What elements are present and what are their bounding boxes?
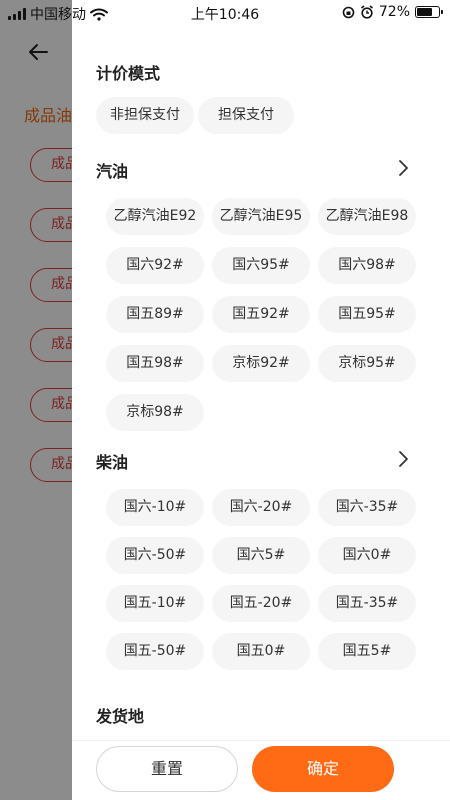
diesel-chip[interactable]: 国五5# bbox=[318, 633, 416, 670]
gasoline-chip[interactable]: 国五92# bbox=[212, 296, 310, 333]
drawer-footer: 重置 确定 bbox=[72, 740, 450, 800]
gasoline-chip[interactable]: 国六92# bbox=[106, 247, 204, 284]
gasoline-chip[interactable]: 国五95# bbox=[318, 296, 416, 333]
diesel-chip[interactable]: 国五-35# bbox=[318, 585, 416, 622]
diesel-chip[interactable]: 国五-10# bbox=[106, 585, 204, 622]
pricing-option-guaranteed[interactable]: 担保支付 bbox=[198, 97, 294, 134]
rotation-lock-icon bbox=[342, 6, 355, 18]
gasoline-chip[interactable]: 京标95# bbox=[318, 345, 416, 382]
gasoline-chip[interactable]: 国五89# bbox=[106, 296, 204, 333]
gasoline-chip[interactable]: 乙醇汽油E95 bbox=[212, 198, 310, 235]
battery-icon bbox=[415, 6, 443, 18]
gasoline-chip[interactable]: 国六95# bbox=[212, 247, 310, 284]
diesel-chip[interactable]: 国六-35# bbox=[318, 489, 416, 526]
alarm-icon bbox=[360, 5, 373, 19]
filter-drawer: 计价模式 非担保支付 担保支付 汽油 乙醇汽油E92 乙醇汽油E95 乙醇汽油E… bbox=[72, 0, 450, 800]
pricing-mode-title: 计价模式 bbox=[96, 64, 161, 83]
diesel-chip[interactable]: 国六-50# bbox=[106, 537, 204, 574]
confirm-button[interactable]: 确定 bbox=[252, 746, 394, 792]
gasoline-chip[interactable]: 京标92# bbox=[212, 345, 310, 382]
diesel-chip[interactable]: 国五0# bbox=[212, 633, 310, 670]
diesel-chip[interactable]: 国六0# bbox=[318, 537, 416, 574]
gasoline-chip[interactable]: 国五98# bbox=[106, 345, 204, 382]
status-bar: 中国移动 上午10:46 72% bbox=[0, 0, 450, 26]
gasoline-chip[interactable]: 乙醇汽油E92 bbox=[106, 198, 204, 235]
diesel-title: 柴油 bbox=[96, 453, 129, 472]
gasoline-title: 汽油 bbox=[96, 162, 129, 181]
origin-title: 发货地 bbox=[96, 707, 145, 726]
gasoline-chip[interactable]: 乙醇汽油E98 bbox=[318, 198, 416, 235]
diesel-chip[interactable]: 国五-20# bbox=[212, 585, 310, 622]
diesel-chevron-right-icon[interactable] bbox=[396, 450, 410, 468]
diesel-chip[interactable]: 国六5# bbox=[212, 537, 310, 574]
pricing-option-non-guaranteed[interactable]: 非担保支付 bbox=[96, 97, 194, 134]
gasoline-chip[interactable]: 国六98# bbox=[318, 247, 416, 284]
battery-percent: 72% bbox=[378, 4, 410, 20]
reset-button[interactable]: 重置 bbox=[96, 746, 238, 792]
footer-divider bbox=[72, 740, 450, 741]
diesel-chip[interactable]: 国五-50# bbox=[106, 633, 204, 670]
gasoline-chip[interactable]: 京标98# bbox=[106, 394, 204, 431]
gasoline-chevron-right-icon[interactable] bbox=[396, 159, 410, 177]
diesel-chip[interactable]: 国六-20# bbox=[212, 489, 310, 526]
diesel-chip[interactable]: 国六-10# bbox=[106, 489, 204, 526]
